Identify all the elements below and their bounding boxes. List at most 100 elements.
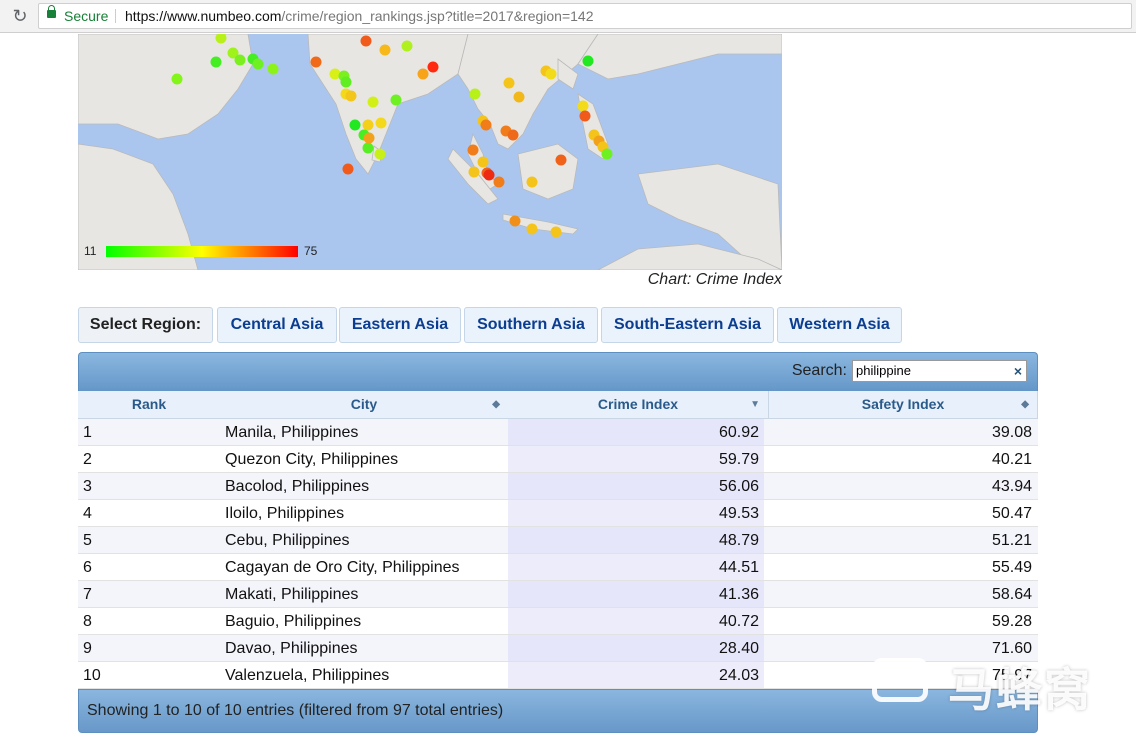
- table-row: 6 Cagayan de Oro City, Philippines 44.51 55…: [78, 554, 1038, 581]
- table-row: 3 Bacolod, Philippines 56.06 43.94: [78, 473, 1038, 500]
- table-row: 1 Manila, Philippines 60.92 39.08: [78, 419, 1038, 446]
- safety-index-cell: 55.49: [991, 559, 1032, 576]
- city-cell: Davao, Philippines: [225, 640, 358, 657]
- city-cell: Manila, Philippines: [225, 424, 359, 441]
- region-button-south-eastern-asia[interactable]: South-Eastern Asia: [601, 307, 774, 343]
- city-marker: [483, 169, 495, 181]
- city-marker: [345, 90, 357, 102]
- crime-index-cell: 59.79: [508, 446, 764, 473]
- city-marker: [555, 154, 567, 166]
- table-row: 7 Makati, Philippines 41.36 58.64: [78, 581, 1038, 608]
- browser-address-bar: ↻ Secure https://www.numbeo.com/crime/re…: [0, 0, 1136, 33]
- crime-index-cell: 40.72: [508, 608, 764, 635]
- column-header-rank[interactable]: Rank: [78, 391, 221, 419]
- watermark-text: 马蜂窝: [948, 663, 1092, 717]
- region-button-central-asia[interactable]: Central Asia: [217, 307, 337, 343]
- city-marker: [362, 119, 374, 131]
- region-button-western-asia[interactable]: Western Asia: [777, 307, 902, 343]
- table-row: 5 Cebu, Philippines 48.79 51.21: [78, 527, 1038, 554]
- rank-cell: 3: [83, 478, 92, 495]
- table-row: 8 Baguio, Philippines 40.72 59.28: [78, 608, 1038, 635]
- crime-index-cell: 56.06: [508, 473, 764, 500]
- legend-max-label: 75: [304, 244, 318, 258]
- reload-icon[interactable]: ↻: [10, 6, 30, 26]
- rank-cell: 9: [83, 640, 92, 657]
- table-info: Showing 1 to 10 of 10 entries (filtered …: [87, 702, 504, 719]
- rank-cell: 2: [83, 451, 92, 468]
- sort-both-icon: ◆: [492, 399, 500, 410]
- table-row: 4 Iloilo, Philippines 49.53 50.47: [78, 500, 1038, 527]
- city-marker: [171, 73, 183, 85]
- city-marker: [363, 132, 375, 144]
- chart-caption: Chart: Crime Index: [647, 271, 782, 288]
- search-label: Search:: [791, 362, 847, 379]
- column-header-crime-index[interactable]: Crime Index ▼: [508, 391, 769, 419]
- column-header-rank-label: Rank: [131, 396, 167, 412]
- search-input[interactable]: philippine ×: [852, 360, 1027, 382]
- city-marker: [526, 223, 538, 235]
- column-header-crime-label: Crime Index: [597, 396, 679, 412]
- clear-search-icon[interactable]: ×: [1014, 361, 1022, 381]
- rank-cell: 10: [83, 667, 101, 684]
- region-button-eastern-asia[interactable]: Eastern Asia: [339, 307, 461, 343]
- url-text[interactable]: https://www.numbeo.com/crime/region_rank…: [125, 4, 594, 28]
- city-cell: Makati, Philippines: [225, 586, 359, 603]
- column-header-safety-index[interactable]: Safety Index ◆: [769, 391, 1038, 419]
- select-region-label: Select Region:: [78, 307, 213, 343]
- city-marker: [252, 58, 264, 70]
- city-marker: [342, 163, 354, 175]
- city-marker: [210, 56, 222, 68]
- crime-index-cell: 60.92: [508, 419, 764, 446]
- safety-index-cell: 40.21: [991, 451, 1032, 468]
- city-cell: Bacolod, Philippines: [225, 478, 370, 495]
- city-marker: [340, 76, 352, 88]
- safety-index-cell: 50.47: [991, 505, 1032, 522]
- city-cell: Valenzuela, Philippines: [225, 667, 390, 684]
- sort-both-icon: ◆: [1021, 399, 1029, 410]
- land-china-east: [577, 34, 782, 80]
- city-marker: [379, 44, 391, 56]
- city-marker: [390, 94, 402, 106]
- land-india: [307, 34, 469, 175]
- crime-index-cell: 44.51: [508, 554, 764, 581]
- city-marker: [360, 35, 372, 47]
- legend-color-scale: [106, 246, 298, 257]
- rank-cell: 6: [83, 559, 92, 576]
- city-marker: [349, 119, 361, 131]
- city-cell: Cagayan de Oro City, Philippines: [225, 559, 460, 576]
- city-marker: [367, 96, 379, 108]
- city-marker: [310, 56, 322, 68]
- city-marker: [477, 156, 489, 168]
- city-cell: Cebu, Philippines: [225, 532, 350, 549]
- land-borneo: [517, 143, 579, 200]
- column-header-city[interactable]: City ◆: [220, 391, 509, 419]
- city-marker: [493, 176, 505, 188]
- safety-index-cell: 58.64: [991, 586, 1032, 603]
- url-bar[interactable]: Secure https://www.numbeo.com/crime/regi…: [38, 3, 1132, 29]
- region-button-southern-asia[interactable]: Southern Asia: [464, 307, 598, 343]
- rank-cell: 5: [83, 532, 92, 549]
- city-marker: [577, 100, 589, 112]
- table-row: 2 Quezon City, Philippines 59.79 40.21: [78, 446, 1038, 473]
- crime-index-cell: 24.03: [508, 662, 764, 689]
- column-header-safety-label: Safety Index: [861, 396, 945, 412]
- safety-index-cell: 51.21: [991, 532, 1032, 549]
- crime-index-map[interactable]: 11 75: [78, 34, 782, 270]
- url-host: https://www.numbeo.com: [125, 8, 282, 24]
- city-marker: [507, 129, 519, 141]
- city-marker: [503, 77, 515, 89]
- city-marker: [375, 117, 387, 129]
- rank-cell: 8: [83, 613, 92, 630]
- city-marker: [509, 215, 521, 227]
- city-marker: [513, 91, 525, 103]
- legend-min-label: 11: [84, 244, 97, 258]
- city-marker: [582, 55, 594, 67]
- secure-label: Secure: [64, 8, 109, 24]
- safety-index-cell: 43.94: [991, 478, 1032, 495]
- city-marker: [374, 148, 386, 160]
- watermark: 马蜂窝: [872, 654, 1136, 717]
- search-value: philippine: [856, 363, 911, 378]
- crime-index-cell: 28.40: [508, 635, 764, 662]
- crime-index-cell: 49.53: [508, 500, 764, 527]
- rank-cell: 4: [83, 505, 92, 522]
